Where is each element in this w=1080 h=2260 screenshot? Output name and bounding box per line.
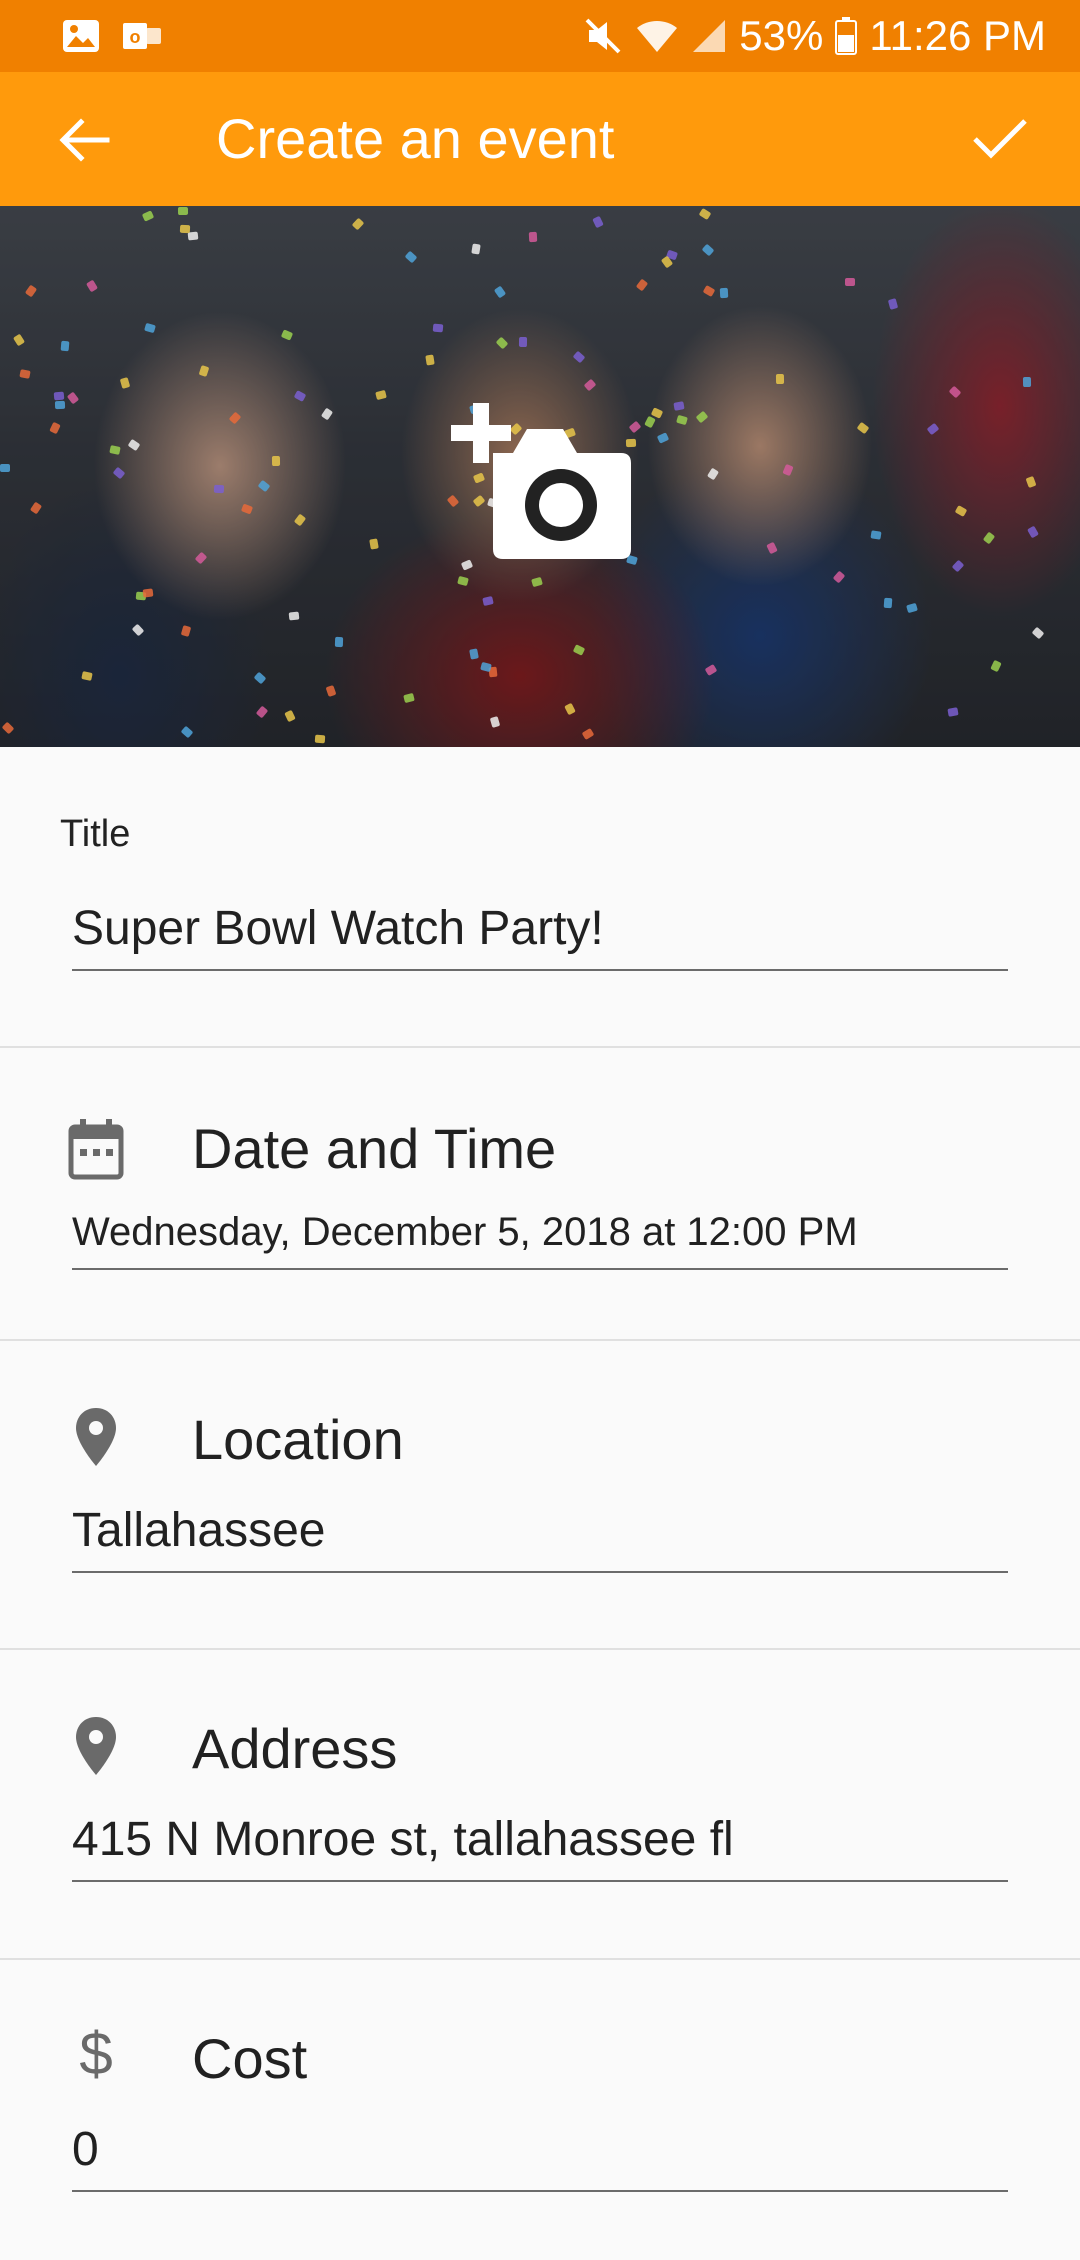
confetti-piece [288,611,300,621]
save-button[interactable] [964,102,1036,174]
confetti-piece [0,464,10,472]
confetti-piece [187,231,199,241]
address-section: Address 415 N Monroe st, tallahassee fl [0,1650,1080,1960]
battery-icon [835,17,858,55]
gallery-icon [62,19,100,53]
dollar-icon: $ [79,2020,113,2087]
confetti-piece [719,287,729,299]
confetti-piece [60,340,70,352]
confetti-piece [528,231,538,243]
confetti-piece [213,484,225,494]
confetti-piece [1022,376,1032,388]
confetti-piece [179,224,191,234]
confetti-piece [469,648,479,660]
confetti-piece [271,455,281,467]
location-pin-icon [64,1405,128,1469]
date-time-label: Date and Time [192,1117,557,1180]
confetti-piece [177,206,189,216]
confetti-piece [19,369,31,379]
event-cover-image[interactable] [0,206,1080,747]
confetti-piece [54,400,66,410]
wifi-icon [635,18,679,54]
confetti-piece [870,530,882,540]
calendar-icon [64,1118,128,1182]
confetti-piece [432,323,444,333]
location-label: Location [192,1408,404,1471]
app-bar: Create an event [0,72,1080,206]
location-section: Location Tallahassee [0,1341,1080,1650]
address-input[interactable]: 415 N Monroe st, tallahassee fl [72,1810,1008,1882]
cost-label: Cost [192,2027,308,2090]
check-icon [973,119,1027,159]
confetti-piece [334,636,344,648]
outlook-icon: o [122,19,162,53]
confetti-piece [947,707,959,717]
location-pin-icon [64,1714,128,1778]
cost-section: $ Cost 0 [0,1960,1080,2260]
title-section: Title Super Bowl Watch Party! [0,747,1080,1048]
mute-icon [583,16,623,56]
confetti-piece [53,391,65,401]
confetti-piece [142,588,154,598]
date-time-section: Date and Time Wednesday, December 5, 201… [0,1048,1080,1341]
status-bar: o 53% 11:26 PM [0,0,1080,72]
status-right-icons: 53% 11:26 PM [583,12,1046,60]
battery-percentage: 53% [739,12,824,59]
confetti-piece [314,734,326,744]
title-input[interactable]: Super Bowl Watch Party! [72,899,1008,971]
add-photo-camera-icon [451,403,631,559]
location-input[interactable]: Tallahassee [72,1501,1008,1573]
cost-input[interactable]: 0 [72,2120,1008,2192]
status-time: 11:26 PM [869,12,1046,59]
back-button[interactable] [52,108,116,172]
title-label: Title [60,813,131,855]
page-title: Create an event [216,107,615,170]
address-label: Address [192,1717,398,1780]
confetti-piece [775,373,785,385]
confetti-piece [845,278,855,286]
confetti-piece [471,243,481,255]
signal-icon [691,18,727,54]
svg-text:o: o [130,27,141,47]
confetti-piece [883,597,893,609]
confetti-piece [518,336,528,348]
arrow-back-icon [59,118,110,162]
add-photo-button[interactable] [440,388,640,568]
status-left-icons: o [62,19,162,53]
date-time-input[interactable]: Wednesday, December 5, 2018 at 12:00 PM [72,1206,1008,1270]
confetti-piece [673,401,685,411]
confetti-piece [425,354,435,366]
confetti-piece [369,538,379,550]
